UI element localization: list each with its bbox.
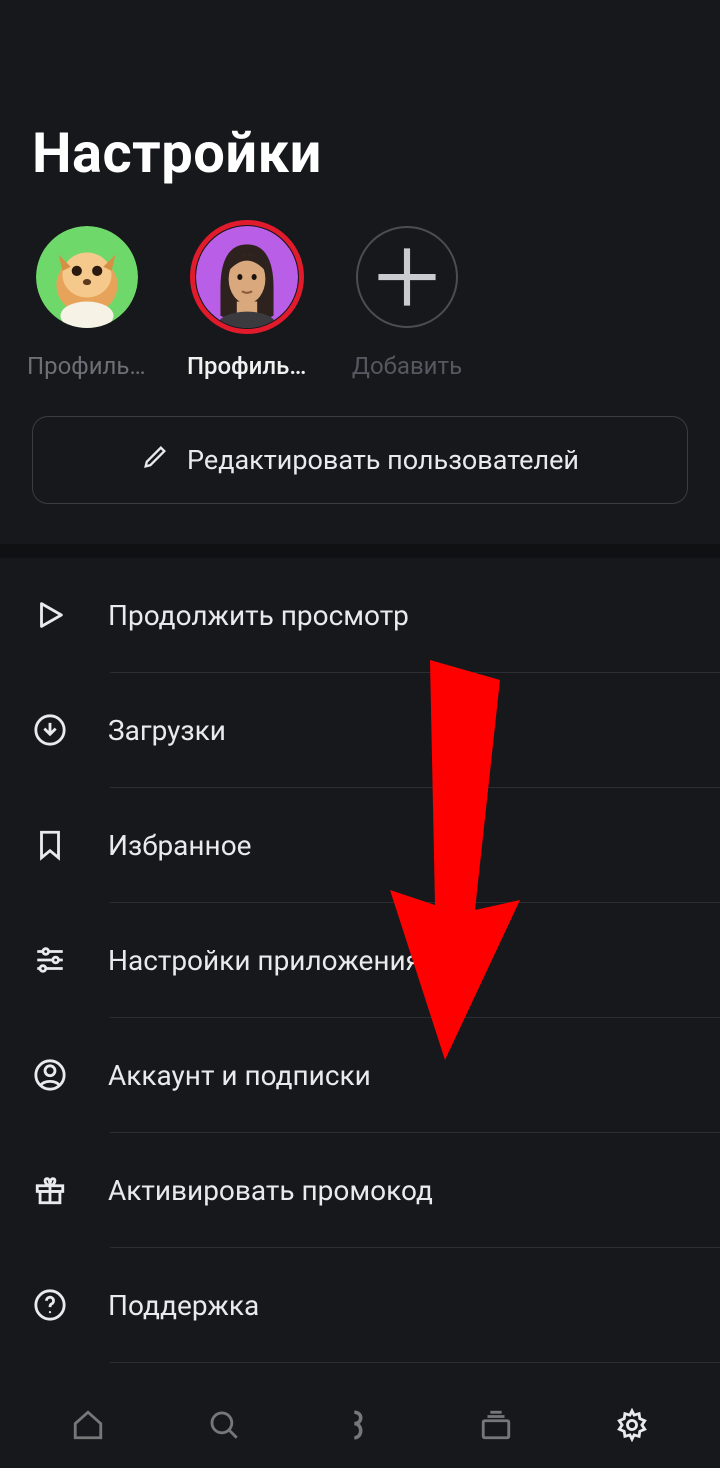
menu-item-label: Загрузки [108, 714, 688, 747]
edit-users-button[interactable]: Редактировать пользователей [32, 416, 688, 504]
menu-item-label: Настройки приложения [108, 944, 688, 977]
menu-item-label: Аккаунт и подписки [108, 1059, 688, 1092]
settings-menu: Продолжить просмотр Загрузки Избранное [0, 558, 720, 1363]
section-divider [0, 544, 720, 558]
profile-label: Профиль … [187, 352, 307, 380]
plus-icon [356, 226, 458, 328]
menu-item-support[interactable]: Поддержка [0, 1248, 720, 1362]
nav-settings[interactable] [612, 1407, 652, 1447]
menu-item-label: Избранное [108, 829, 688, 862]
nav-home[interactable] [68, 1407, 108, 1447]
download-icon [32, 712, 68, 748]
profile-label: Профиль … [27, 352, 147, 380]
add-profile-label: Добавить [352, 352, 462, 380]
settings-page: Настройки Профиль [0, 0, 720, 1468]
nav-library[interactable] [476, 1407, 516, 1447]
avatar-image-cat [36, 226, 138, 328]
profile-item-0[interactable]: Профиль … [32, 226, 142, 380]
search-icon [207, 1408, 241, 1446]
avatar [36, 226, 138, 328]
menu-item-favorites[interactable]: Избранное [0, 788, 720, 902]
bookmark-icon [32, 827, 68, 863]
avatar [196, 226, 298, 328]
play-icon [32, 597, 68, 633]
content: Настройки Профиль [0, 0, 720, 1384]
menu-item-label: Продолжить просмотр [108, 599, 688, 632]
add-profile-button[interactable]: Добавить [352, 226, 462, 380]
bottom-nav [0, 1384, 720, 1468]
account-icon [32, 1057, 68, 1093]
pencil-icon [141, 443, 169, 478]
menu-item-label: Активировать промокод [108, 1174, 688, 1207]
nav-search[interactable] [204, 1407, 244, 1447]
profile-item-1[interactable]: Профиль … [192, 226, 302, 380]
nav-logo[interactable] [340, 1407, 380, 1447]
menu-item-downloads[interactable]: Загрузки [0, 673, 720, 787]
logo-icon [343, 1408, 377, 1446]
menu-item-label: Поддержка [108, 1289, 688, 1322]
divider [110, 1362, 720, 1363]
home-icon [71, 1408, 105, 1446]
page-title: Настройки [32, 120, 688, 186]
profiles-row: Профиль … Профиль … [0, 186, 720, 380]
settings-icon [615, 1408, 649, 1446]
help-icon [32, 1287, 68, 1323]
edit-users-label: Редактировать пользователей [187, 444, 579, 476]
library-icon [479, 1408, 513, 1446]
gift-icon [32, 1172, 68, 1208]
header: Настройки [0, 0, 720, 186]
menu-item-continue-watching[interactable]: Продолжить просмотр [0, 558, 720, 672]
menu-item-activate-promo[interactable]: Активировать промокод [0, 1133, 720, 1247]
avatar-image-woman [196, 226, 298, 328]
menu-item-app-settings[interactable]: Настройки приложения [0, 903, 720, 1017]
menu-item-account-subscriptions[interactable]: Аккаунт и подписки [0, 1018, 720, 1132]
sliders-icon [32, 942, 68, 978]
